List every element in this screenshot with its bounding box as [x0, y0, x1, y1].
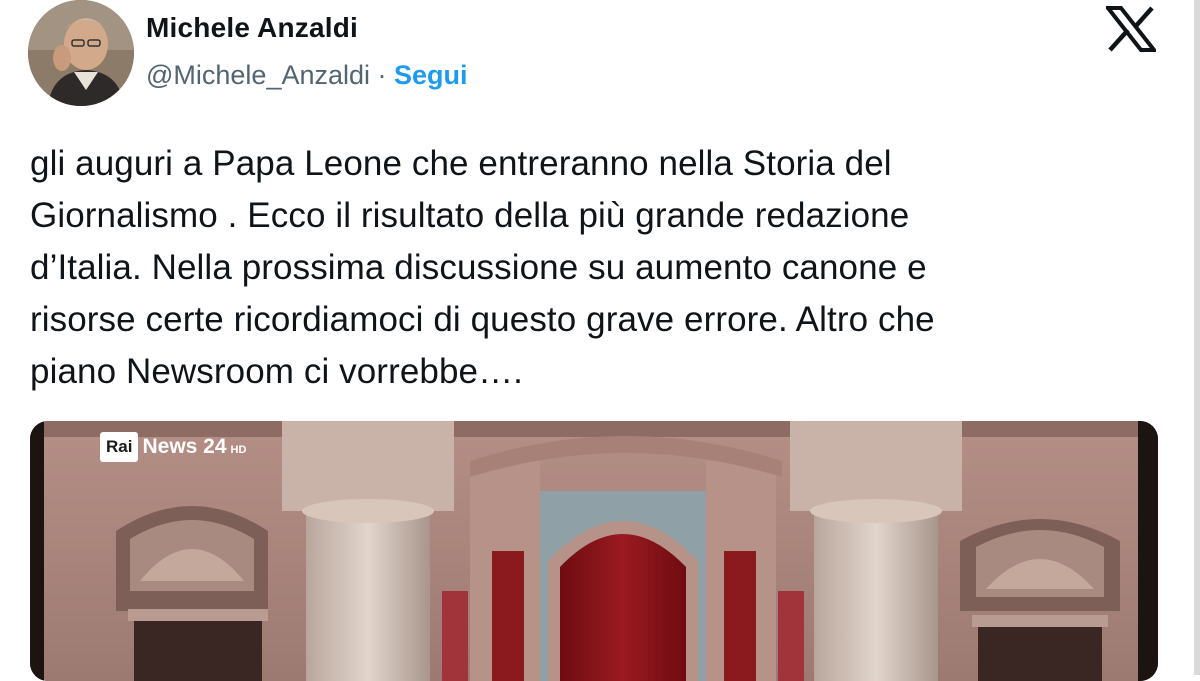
- x-logo-icon[interactable]: [1103, 6, 1159, 52]
- channel-logo-suffix: HD: [230, 444, 247, 456]
- avatar[interactable]: [28, 0, 134, 106]
- channel-logo-rai: Rai: [100, 432, 139, 462]
- author-handle[interactable]: @Michele_Anzaldi: [146, 60, 370, 90]
- tweet-text: gli auguri a Papa Leone che entreranno n…: [30, 144, 935, 391]
- separator-dot: ·: [370, 60, 395, 90]
- tweet-media-image[interactable]: Rai News 24 HD: [30, 421, 1158, 681]
- window-edge: [1194, 0, 1200, 675]
- follow-button[interactable]: Segui: [394, 60, 468, 90]
- channel-logo: Rai News 24 HD: [100, 427, 246, 467]
- author-name[interactable]: Michele Anzaldi: [146, 12, 358, 44]
- author-handle-row: @Michele_Anzaldi · Segui: [146, 60, 468, 91]
- channel-logo-name: News 24: [142, 435, 227, 458]
- avatar-photo: [28, 0, 134, 106]
